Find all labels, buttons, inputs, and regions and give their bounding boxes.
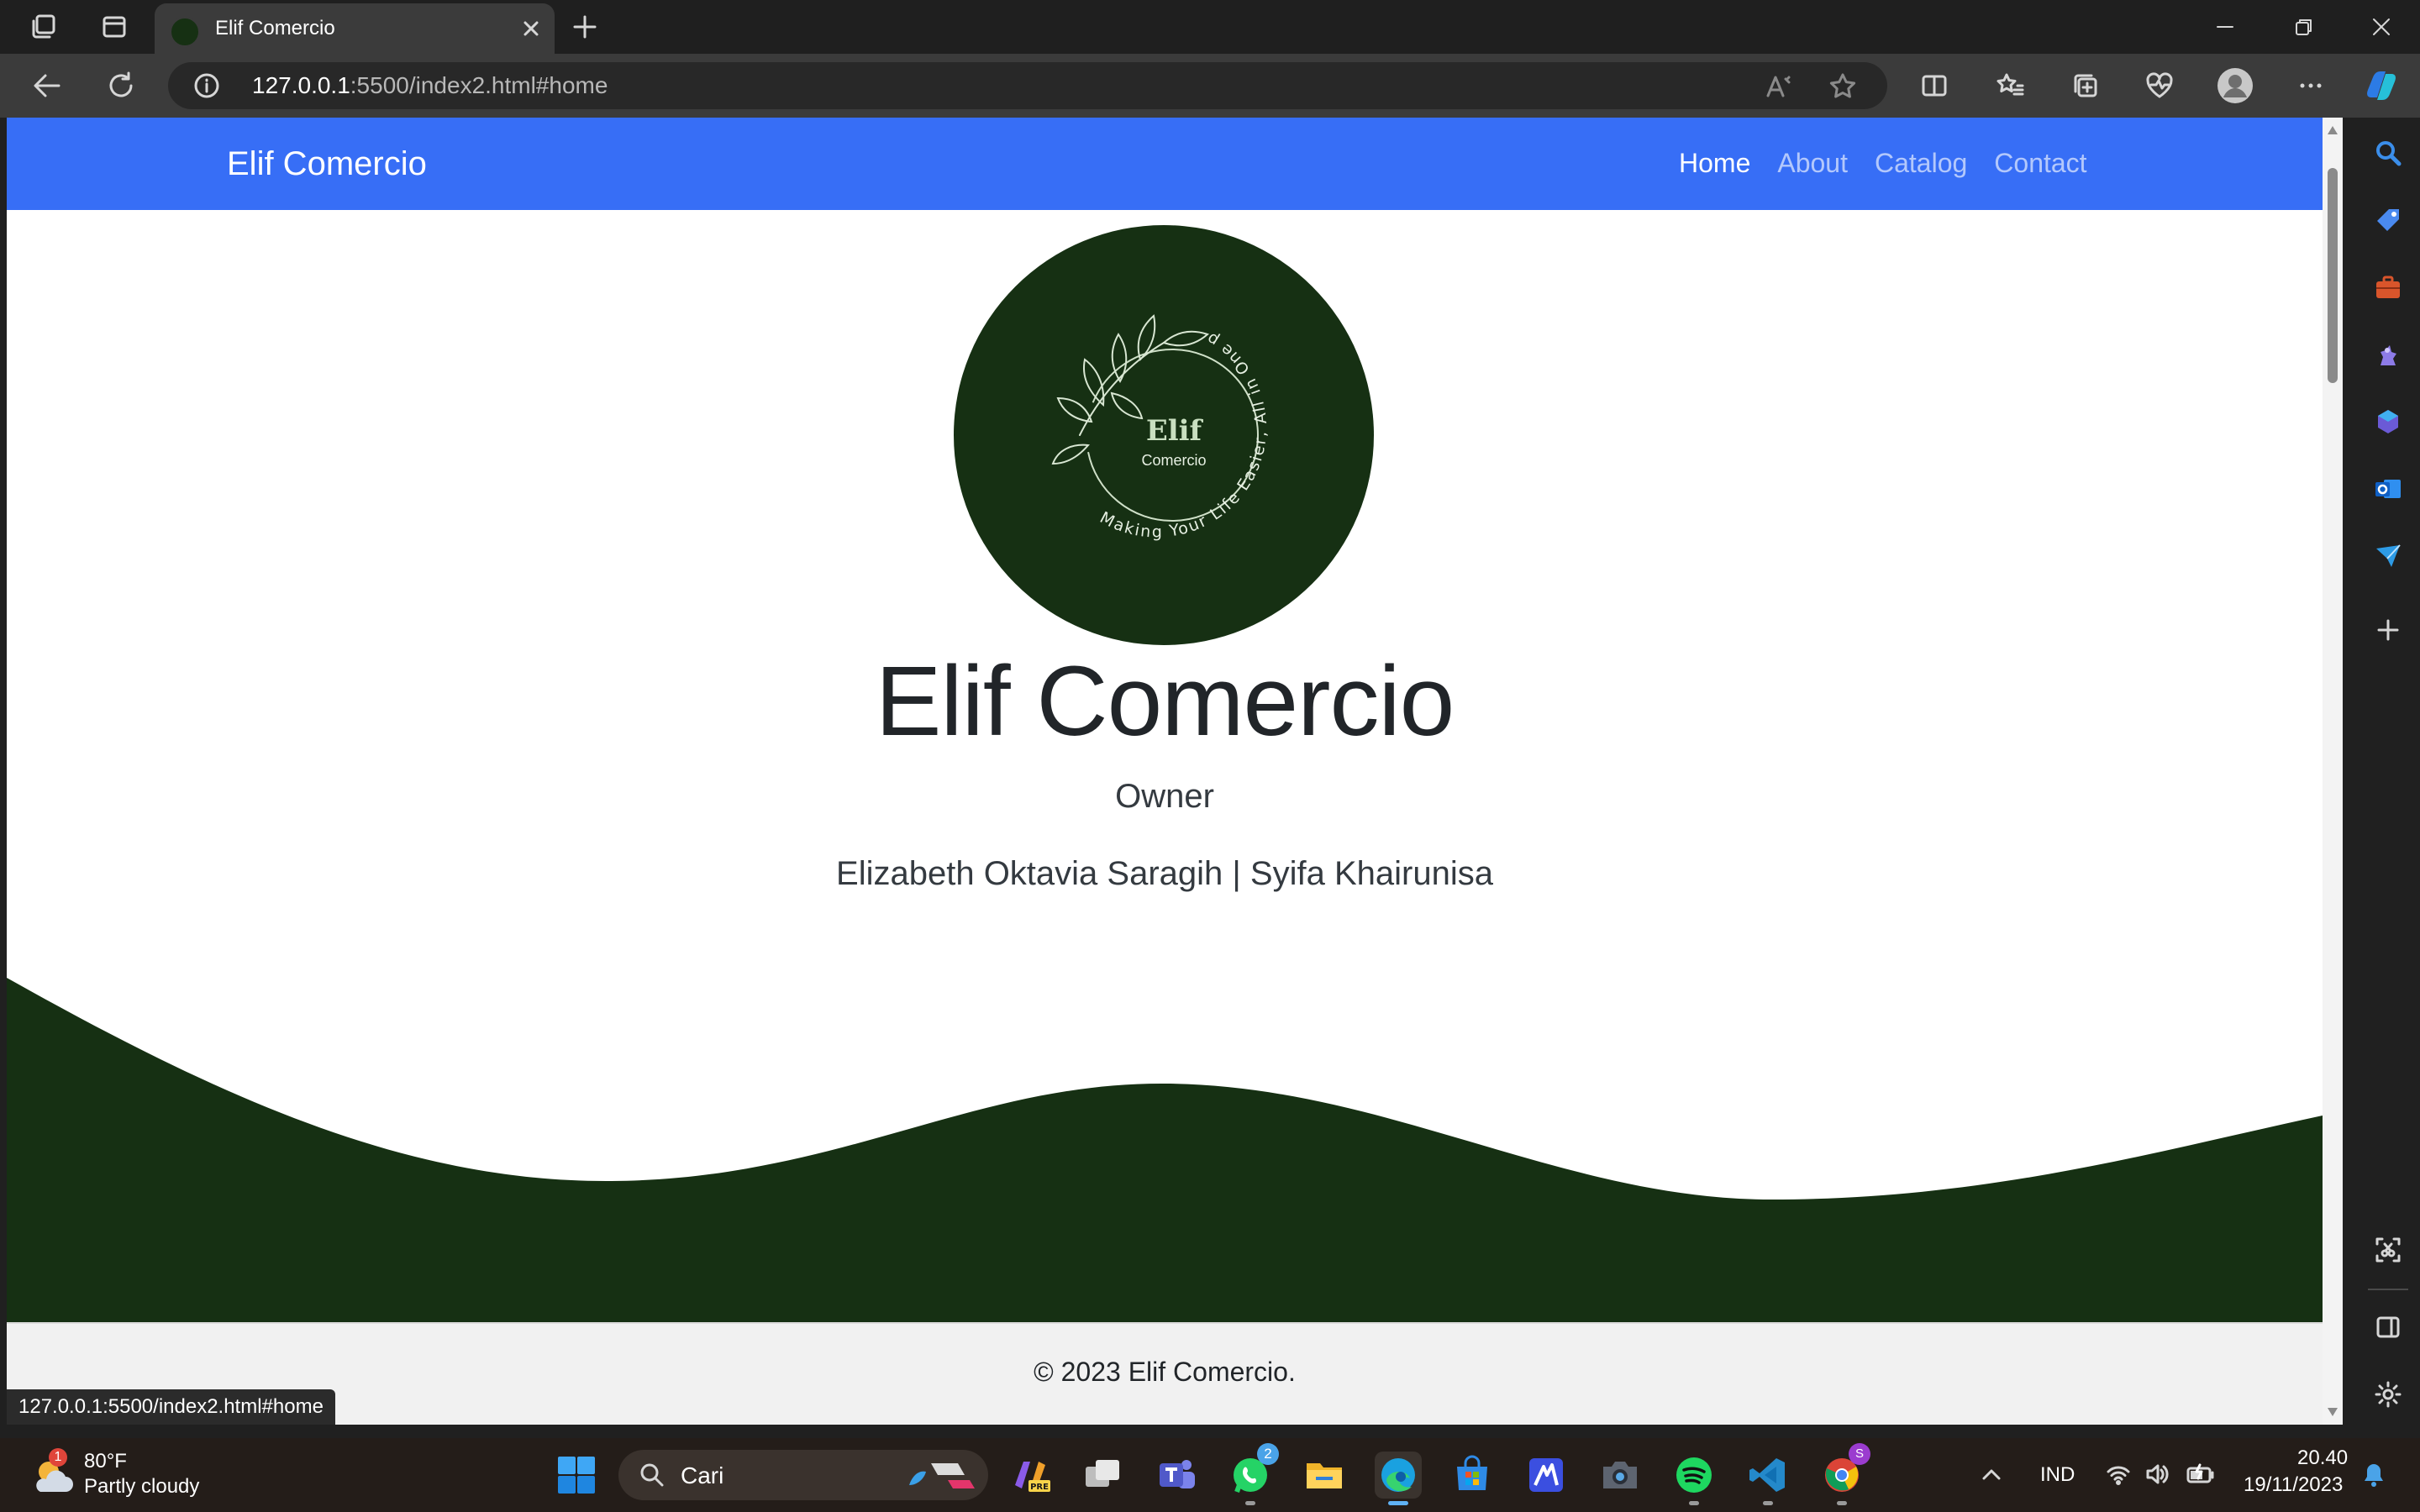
camera-icon[interactable]	[1597, 1452, 1644, 1499]
hide-sidebar-icon[interactable]	[2373, 1312, 2403, 1342]
running-indicator	[1245, 1501, 1255, 1505]
weather-notification-badge: 1	[49, 1448, 67, 1467]
weather-temperature: 80°F	[84, 1450, 127, 1473]
edge-sidebar	[2356, 118, 2420, 1438]
search-placeholder: Cari	[681, 1462, 724, 1488]
spotify-icon[interactable]	[1670, 1452, 1718, 1505]
scroll-down-arrow-icon[interactable]	[2327, 1406, 2338, 1418]
nav-link-home[interactable]: Home	[1679, 146, 1750, 180]
logo-subtitle: Comercio	[1141, 452, 1206, 469]
show-hidden-icons-chevron-icon[interactable]	[1980, 1463, 2003, 1487]
favorites-icon[interactable]	[1991, 67, 2028, 104]
navbar-brand[interactable]: Elif Comercio	[227, 144, 427, 183]
browser-toolbar: 127.0.0.1:5500/index2.html#home	[0, 54, 2420, 118]
outlook-icon[interactable]	[2373, 474, 2403, 504]
copilot-icon[interactable]	[2363, 67, 2400, 104]
back-icon[interactable]	[29, 67, 66, 104]
sidebar-divider	[2368, 1289, 2408, 1290]
workspaces-icon[interactable]	[27, 10, 60, 44]
footer-copyright: © 2023 Elif Comercio.	[1034, 1357, 1296, 1387]
split-screen-icon[interactable]	[1916, 67, 1953, 104]
nav-link-contact[interactable]: Contact	[1994, 146, 2086, 180]
sidebar-settings-gear-icon[interactable]	[2373, 1379, 2403, 1410]
task-view-icon[interactable]	[1079, 1452, 1126, 1499]
search-icon[interactable]	[2373, 138, 2403, 168]
read-aloud-icon[interactable]	[1765, 72, 1793, 101]
running-indicator	[1763, 1501, 1773, 1505]
teams-icon[interactable]	[1153, 1452, 1200, 1499]
taskbar-search-box[interactable]: Cari	[618, 1450, 988, 1500]
wifi-icon[interactable]	[2106, 1462, 2131, 1487]
add-sidebar-app-icon[interactable]	[2373, 615, 2403, 645]
microsoft-store-icon[interactable]	[1449, 1452, 1496, 1499]
hero-owner-names: Elizabeth Oktavia Saragih | Syifa Khairu…	[836, 855, 1493, 892]
nav-link-catalog[interactable]: Catalog	[1875, 146, 1967, 180]
active-window-indicator	[1388, 1501, 1408, 1505]
restore-icon[interactable]	[2286, 8, 2323, 45]
battery-charging-icon[interactable]	[2186, 1462, 2215, 1487]
notification-bell-icon[interactable]	[2361, 1462, 2386, 1488]
url-text: 127.0.0.1:5500/index2.html#home	[252, 72, 608, 98]
hero-title: Elif Comercio	[875, 646, 1455, 757]
tools-briefcase-icon[interactable]	[2373, 272, 2403, 302]
nav-links: Home About Catalog Contact	[1679, 146, 2087, 180]
more-options-icon[interactable]	[2292, 67, 2329, 104]
collections-icon[interactable]	[2067, 67, 2104, 104]
chrome-icon[interactable]: S	[1818, 1443, 1870, 1505]
browser-essentials-icon[interactable]	[2141, 67, 2178, 104]
chrome-profile-badge: S	[1849, 1443, 1870, 1465]
svg-text:PRE: PRE	[1030, 1483, 1049, 1492]
clock-date[interactable]: 19/11/2023	[2244, 1473, 2343, 1497]
microsoft-365-icon[interactable]	[2373, 407, 2403, 437]
close-tab-icon[interactable]	[518, 15, 544, 42]
favorite-star-icon[interactable]	[1828, 72, 1857, 101]
hero-role: Owner	[1115, 778, 1214, 815]
weather-widget[interactable]: 1 80°F Partly cloudy	[29, 1448, 213, 1502]
page-viewport: Elif Comercio Home About Catalog Contact	[7, 118, 2323, 1425]
search-highlight-icon	[909, 1463, 975, 1488]
start-button[interactable]	[553, 1452, 600, 1499]
search-icon	[640, 1463, 664, 1487]
shopping-tag-icon[interactable]	[2373, 205, 2403, 235]
address-bar[interactable]: 127.0.0.1:5500/index2.html#home	[168, 62, 1887, 109]
input-language[interactable]: IND	[2040, 1463, 2075, 1487]
weather-description: Partly cloudy	[84, 1475, 200, 1498]
vertical-tabs-icon[interactable]	[97, 10, 131, 44]
browser-tab[interactable]: Elif Comercio	[155, 3, 555, 54]
tab-favicon-icon	[170, 17, 200, 47]
page-scrollbar[interactable]	[2323, 118, 2343, 1425]
site-footer: © 2023 Elif Comercio.	[7, 1322, 2323, 1425]
editor-app-icon[interactable]	[1523, 1452, 1570, 1499]
site-navbar: Elif Comercio Home About Catalog Contact	[7, 118, 2323, 210]
profile-avatar[interactable]	[2217, 67, 2254, 104]
decorative-wave	[7, 958, 2323, 1322]
edge-browser-icon[interactable]	[1375, 1452, 1422, 1505]
logo-title: Elif	[1146, 414, 1204, 448]
screenshot-capture-icon[interactable]	[2373, 1235, 2403, 1265]
site-info-icon[interactable]	[193, 72, 220, 99]
running-indicator	[1837, 1501, 1847, 1505]
clock-time[interactable]: 20.40	[2297, 1446, 2348, 1470]
file-explorer-icon[interactable]	[1301, 1452, 1348, 1499]
new-tab-button[interactable]	[568, 10, 602, 44]
brand-logo: Elif Comercio Making Your Life Easier, A…	[954, 225, 1374, 645]
windows-taskbar: 1 80°F Partly cloudy Cari PRE 2 S IND 20…	[0, 1438, 2420, 1512]
copilot-pre-app-icon[interactable]: PRE	[1007, 1452, 1054, 1499]
whatsapp-unread-badge: 2	[1257, 1443, 1279, 1465]
status-url-tooltip: 127.0.0.1:5500/index2.html#home	[7, 1389, 335, 1425]
minimize-icon[interactable]	[2207, 8, 2244, 45]
whatsapp-icon[interactable]: 2	[1227, 1443, 1279, 1505]
scroll-thumb[interactable]	[2328, 168, 2338, 383]
send-feedback-plane-icon[interactable]	[2373, 541, 2403, 571]
games-icon[interactable]	[2373, 339, 2403, 370]
nav-link-about[interactable]: About	[1777, 146, 1848, 180]
running-indicator	[1689, 1501, 1699, 1505]
scroll-up-arrow-icon[interactable]	[2327, 124, 2338, 136]
vscode-icon[interactable]	[1744, 1452, 1791, 1505]
volume-icon[interactable]	[2144, 1462, 2170, 1487]
close-window-icon[interactable]	[2363, 8, 2400, 45]
tab-title: Elif Comercio	[215, 17, 335, 39]
refresh-icon[interactable]	[103, 67, 139, 104]
tab-strip: Elif Comercio	[0, 0, 2420, 54]
